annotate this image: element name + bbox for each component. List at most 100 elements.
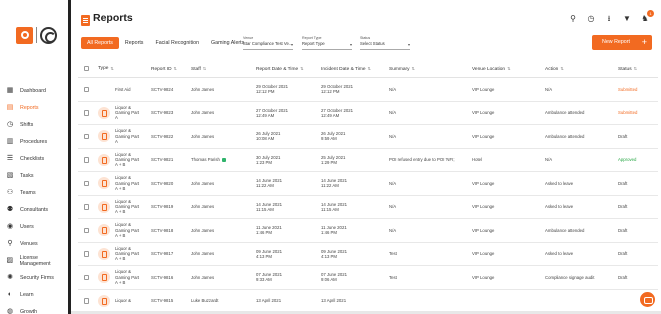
sidebar-item-label: Users — [20, 223, 34, 230]
incident-datetime-cell: 26 July 2021 9:59 AM — [318, 131, 386, 141]
type-cell: Liquor & Gaming Part A — [95, 105, 148, 121]
col-action[interactable]: Action ⇅ — [542, 66, 615, 72]
staff-name: John James — [191, 86, 215, 92]
row-checkbox[interactable] — [81, 154, 92, 165]
col-report-id-label: Report ID — [151, 66, 172, 72]
action-cell: Ambulance attended — [545, 133, 585, 139]
sidebar-item-label: Procedures — [20, 138, 48, 145]
row-checkbox[interactable] — [81, 295, 92, 306]
table-row[interactable]: Liquor & Gaming Part A + B SCTV-9818 John Ja… — [78, 219, 658, 243]
table-row[interactable]: First Aid SCTV-9824 John James 29 October 2… — [78, 78, 658, 102]
type-cell: First Aid — [95, 83, 148, 95]
sidebar-item-checklists[interactable]: ☰ Checklists — [0, 150, 68, 167]
table-row[interactable]: Liquor & SCTV-9815 Luke Buzzardt 13 April 2… — [78, 290, 658, 313]
row-checkbox[interactable] — [81, 131, 92, 142]
col-status[interactable]: Status ⇅ — [615, 66, 655, 72]
sidebar-item-users[interactable]: ◉ Users — [0, 218, 68, 235]
venue-cell: Hotel — [472, 157, 483, 163]
tab-all-reports[interactable]: All Reports — [81, 37, 119, 49]
growth-icon: ◍ — [6, 308, 14, 314]
sidebar-item-learn[interactable]: ◐ Learn — [0, 286, 68, 303]
type-text: Liquor & Gaming Part A — [115, 128, 139, 144]
reports-title-icon — [81, 15, 90, 26]
type-text-line: A + B — [115, 209, 126, 215]
col-type[interactable]: Type ⇅ — [95, 66, 148, 71]
col-staff[interactable]: Staff ⇅ — [188, 66, 253, 72]
col-type-label: Type — [98, 66, 109, 71]
report-type-filter-value: Report Type — [302, 41, 325, 46]
clock-icon[interactable]: ◷ — [586, 14, 596, 24]
download-icon[interactable]: ⭳ — [604, 14, 614, 24]
sidebar-item-teams[interactable]: ⚇ Teams — [0, 184, 68, 201]
report-datetime-cell: 29 October 2021 12:12 PM — [253, 84, 318, 94]
report-datetime-cell: 26 July 2021 10:08 AM — [253, 131, 318, 141]
row-checkbox[interactable] — [81, 248, 92, 259]
row-checkbox[interactable] — [81, 201, 92, 212]
tab-facial-recognition[interactable]: Facial Recognition — [149, 37, 205, 49]
col-report-datetime[interactable]: Report Date & Time ⇅ — [253, 66, 318, 72]
row-select-cell — [78, 201, 95, 212]
search-icon[interactable]: ⚲ — [568, 14, 578, 24]
table-row[interactable]: Liquor & Gaming Part A SCTV-9823 John James 2… — [78, 102, 658, 125]
page-title: Reports — [93, 12, 133, 24]
col-venue[interactable]: Venue Location ⇅ — [469, 66, 542, 72]
sidebar-item-venues[interactable]: ⚲ Venues — [0, 235, 68, 252]
sidebar-item-tasks[interactable]: ▧ Tasks — [0, 167, 68, 184]
sidebar-item-reports[interactable]: ▤ Reports — [0, 99, 68, 116]
select-all-checkbox[interactable] — [81, 63, 92, 74]
col-report-id[interactable]: Report ID ⇅ — [148, 66, 188, 72]
filter-icon[interactable]: ▼ — [622, 14, 632, 24]
sidebar-item-growth[interactable]: ◍ Growth — [0, 303, 68, 314]
table-row[interactable]: Liquor & Gaming Part A + B SCTV-9816 John Ja… — [78, 266, 658, 290]
staff-name: John James — [191, 204, 215, 210]
sidebar-item-label: Dashboard — [20, 87, 46, 94]
procedures-icon: ▥ — [6, 138, 14, 145]
sidebar-item-consultants[interactable]: ⚉ Consultants — [0, 201, 68, 218]
report-time: 9:33 AM — [256, 277, 272, 283]
col-status-label: Status — [618, 66, 632, 72]
row-checkbox[interactable] — [81, 225, 92, 236]
report-type-filter[interactable]: Report Type Report Type ▾ — [302, 36, 352, 50]
sidebar-item-dashboard[interactable]: ▦ Dashboard — [0, 82, 68, 99]
sidebar-item-procedures[interactable]: ▥ Procedures — [0, 133, 68, 150]
type-text: Liquor & Gaming Part A + B — [115, 222, 139, 238]
status-filter[interactable]: Status Select Status ▾ — [360, 36, 410, 50]
incident-time: 11:15 AM — [321, 206, 339, 212]
row-checkbox[interactable] — [81, 272, 92, 283]
staff-cell: John James — [188, 251, 253, 256]
sidebar-item-shifts[interactable]: ◷ Shifts — [0, 116, 68, 133]
new-report-button[interactable]: New Report + — [592, 35, 652, 50]
sidebar-item-license-management[interactable]: ▨ License Management — [0, 252, 68, 269]
sidebar-item-label: Venues — [20, 240, 38, 247]
status-badge: Submitted — [618, 110, 638, 116]
summary-cell: POI refused entry due to POI 'NFI; — [389, 157, 455, 163]
consultants-icon: ⚉ — [6, 206, 14, 213]
notification-badge: 1 — [647, 10, 654, 17]
type-text-line: A + B — [115, 185, 126, 191]
table-row[interactable]: Liquor & Gaming Part A + B SCTV-9820 John Ja… — [78, 172, 658, 196]
tab-reports[interactable]: Reports — [119, 37, 150, 49]
reports-table: Type ⇅ Report ID ⇅ Staff ⇅ Report Date & Ti… — [78, 60, 658, 313]
row-checkbox[interactable] — [81, 84, 92, 95]
table-row[interactable]: Liquor & Gaming Part A + B SCTV-9821 Thomas … — [78, 149, 658, 172]
row-checkbox[interactable] — [81, 178, 92, 189]
logo-cs-icon — [40, 26, 57, 44]
col-incident-datetime[interactable]: Incident Date & Time ⇅ — [318, 66, 386, 72]
table-row[interactable]: Liquor & Gaming Part A + B SCTV-9819 John Ja… — [78, 196, 658, 219]
liquor-gaming-icon — [98, 106, 110, 119]
table-row[interactable]: Liquor & Gaming Part A + B SCTV-9817 John Ja… — [78, 243, 658, 266]
row-checkbox[interactable] — [81, 107, 92, 118]
row-select-cell — [78, 248, 95, 259]
type-text: Liquor & — [115, 298, 131, 303]
action-cell: N/A — [545, 157, 553, 163]
venue-filter[interactable]: Venue Star Compliance Test Ve... ▾ — [243, 36, 293, 50]
col-summary-label: Summary — [389, 66, 410, 72]
brand-logo[interactable] — [16, 26, 57, 44]
sidebar-item-security-firms[interactable]: ✺ Security Firms — [0, 269, 68, 286]
chat-launcher-icon[interactable] — [640, 292, 655, 307]
bell-icon[interactable]: ♞ 1 — [640, 10, 654, 24]
report-id-cell: SCTV-9821 — [151, 157, 174, 163]
col-summary[interactable]: Summary ⇅ — [386, 66, 469, 72]
table-row[interactable]: Liquor & Gaming Part A SCTV-9822 John James 2… — [78, 125, 658, 149]
type-text-line: A + B — [115, 162, 126, 168]
